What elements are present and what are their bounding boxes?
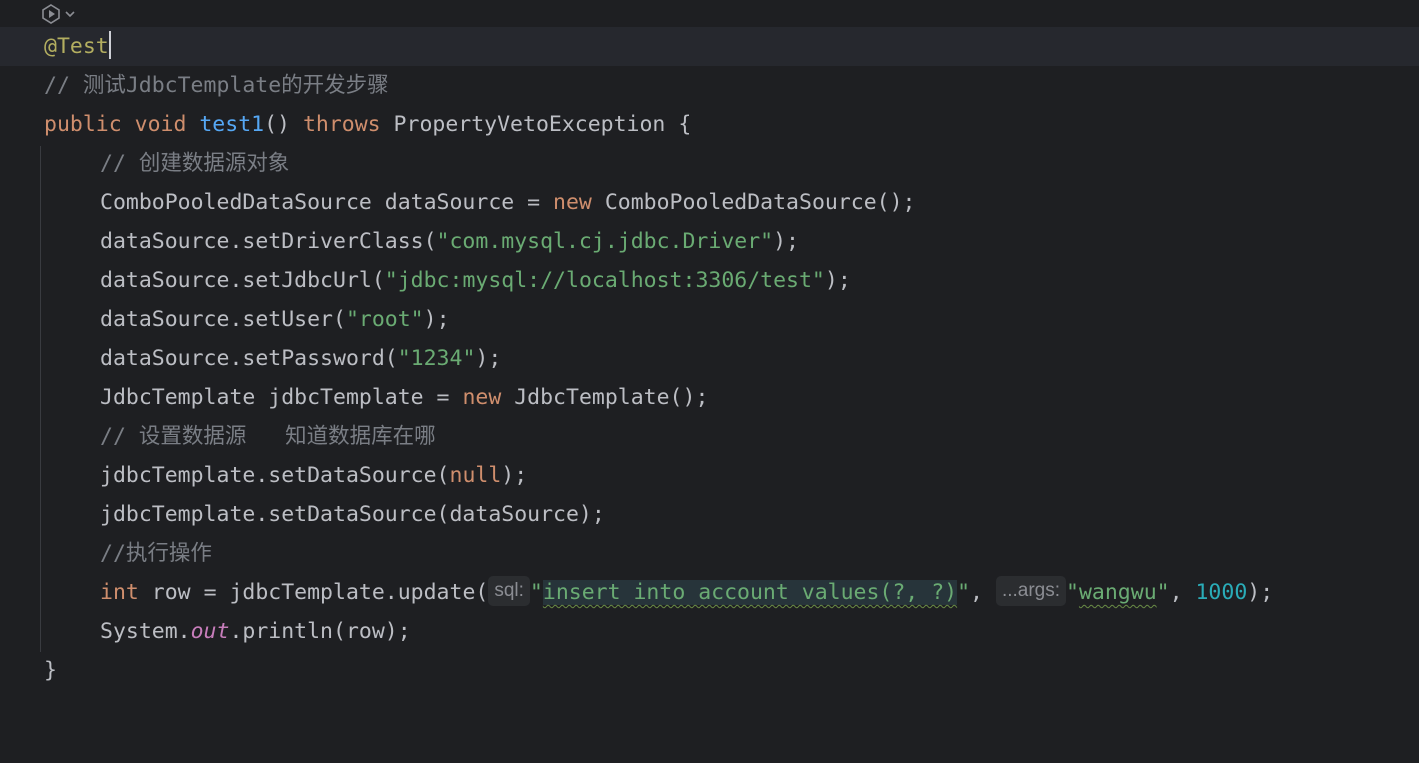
keyword: null (449, 463, 502, 488)
code-text: } (44, 658, 57, 683)
code-text: ); (1247, 580, 1274, 605)
code-text: ComboPooledDataSource(); (591, 190, 916, 215)
code-text: PropertyVetoException { (380, 112, 692, 137)
parameter-hint-sql[interactable]: sql: (488, 576, 530, 606)
code-line-comment[interactable]: // 设置数据源 知道数据库在哪 (0, 417, 1419, 456)
code-text: jdbcTemplate.setDataSource( (100, 463, 450, 488)
comment: // 测试JdbcTemplate的开发步骤 (44, 73, 389, 98)
keyword: void (134, 112, 187, 137)
code-text: dataSource.setDriverClass( (100, 229, 437, 254)
code-line-comment[interactable]: //执行操作 (0, 534, 1419, 573)
code-line[interactable]: dataSource.setPassword("1234"); (0, 339, 1419, 378)
comment: // 创建数据源对象 (100, 151, 290, 176)
code-line-annotation[interactable]: @Test (0, 27, 1419, 66)
code-text: dataSource.setPassword( (100, 346, 398, 371)
keyword: new (553, 190, 592, 215)
code-text: ); (501, 463, 528, 488)
code-text: .println(row); (229, 619, 411, 644)
code-line-closing-brace[interactable]: } (0, 651, 1419, 690)
code-line[interactable]: jdbcTemplate.setDataSource(null); (0, 456, 1419, 495)
code-line[interactable]: ComboPooledDataSource dataSource = new C… (0, 183, 1419, 222)
text-caret (108, 31, 111, 59)
code-line[interactable]: dataSource.setUser("root"); (0, 300, 1419, 339)
code-text: ); (423, 307, 450, 332)
code-text: , (970, 580, 996, 605)
code-editor[interactable]: @Test // 测试JdbcTemplate的开发步骤 public void… (0, 0, 1419, 763)
code-line-comment[interactable]: // 创建数据源对象 (0, 144, 1419, 183)
code-text: jdbcTemplate.setDataSource(dataSource); (100, 502, 605, 527)
test-run-icon[interactable] (40, 3, 62, 25)
code-text: dataSource.setJdbcUrl( (100, 268, 385, 293)
code-text: ); (824, 268, 851, 293)
code-text: System. (100, 619, 191, 644)
code-line[interactable]: JdbcTemplate jdbcTemplate = new JdbcTemp… (0, 378, 1419, 417)
string-literal: "root" (345, 307, 424, 332)
string-literal: "jdbc:mysql://localhost:3306/test" (384, 268, 825, 293)
code-line[interactable]: System.out.println(row); (0, 612, 1419, 651)
code-line[interactable]: int row = jdbcTemplate.update(sql: "inser… (0, 573, 1419, 612)
code-text: JdbcTemplate(); (501, 385, 709, 410)
code-line-comment[interactable]: // 测试JdbcTemplate的开发步骤 (0, 66, 1419, 105)
code-text: () (264, 112, 290, 137)
string-literal-typo[interactable]: wangwu (1079, 580, 1157, 605)
comment: // 设置数据源 知道数据库在哪 (100, 424, 436, 449)
keyword: int (100, 580, 139, 605)
code-line-method-signature[interactable]: public void test1() throws PropertyVetoE… (0, 105, 1419, 144)
code-line[interactable]: dataSource.setJdbcUrl("jdbc:mysql://loca… (0, 261, 1419, 300)
chevron-down-icon[interactable] (64, 8, 76, 20)
code-text: , (1169, 580, 1196, 605)
keyword: throws (302, 112, 381, 137)
code-text: row = jdbcTemplate.update( (138, 580, 489, 605)
string-literal: " (1156, 580, 1170, 605)
string-literal: " (529, 580, 543, 605)
string-literal: " (1066, 580, 1079, 605)
method-name: test1 (199, 112, 265, 137)
code-text: dataSource.setUser( (100, 307, 346, 332)
string-literal: "1234" (397, 346, 476, 371)
code-text: ); (475, 346, 502, 371)
static-field: out (190, 619, 230, 644)
annotation: @Test (44, 34, 109, 59)
sql-injected-language[interactable]: insert into account values(?, ?) (542, 580, 958, 605)
number-literal: 1000 (1195, 580, 1248, 605)
parameter-hint-args[interactable]: ...args: (995, 576, 1067, 606)
string-literal: " (957, 580, 971, 605)
string-literal: "com.mysql.cj.jdbc.Driver" (436, 229, 774, 254)
gutter-run-control[interactable] (40, 2, 76, 26)
code-line[interactable]: dataSource.setDriverClass("com.mysql.cj.… (0, 222, 1419, 261)
code-text: ); (773, 229, 799, 254)
code-line[interactable]: jdbcTemplate.setDataSource(dataSource); (0, 495, 1419, 534)
code-text: ComboPooledDataSource dataSource = (100, 190, 554, 215)
code-text: JdbcTemplate jdbcTemplate = (100, 385, 463, 410)
comment: //执行操作 (100, 541, 212, 566)
keyword: public (44, 112, 122, 137)
keyword: new (462, 385, 502, 410)
